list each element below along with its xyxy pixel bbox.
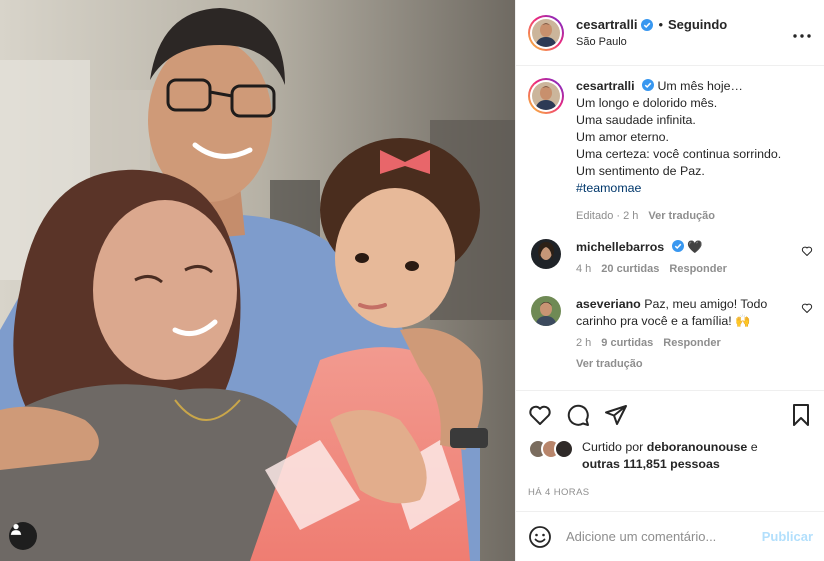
like-heart-icon[interactable]: [528, 403, 552, 427]
comment-time: 4 h: [576, 263, 592, 275]
comment: aseveriano Paz, meu amigo! Todo carinho …: [528, 296, 813, 373]
avatar-image: [532, 18, 560, 47]
add-comment-bar: Publicar: [516, 511, 824, 561]
hashtag-link[interactable]: #teamomae: [576, 180, 813, 197]
comment-reply-button[interactable]: Responder: [669, 261, 726, 278]
comments-list[interactable]: cesartralli Um mês hoje… Um longo e dolo…: [516, 66, 824, 390]
liker-avatars[interactable]: [528, 439, 578, 459]
instagram-post: cesartralli • Seguindo São Paulo cesartr…: [0, 0, 824, 561]
post-photo[interactable]: [0, 0, 515, 561]
publish-button[interactable]: Publicar: [762, 529, 813, 544]
commenter-avatar[interactable]: [531, 296, 561, 326]
header-text: cesartralli • Seguindo São Paulo: [576, 17, 792, 48]
caption-avatar[interactable]: [528, 78, 564, 114]
comment-username[interactable]: aseveriano: [576, 297, 641, 311]
profile-avatar[interactable]: [528, 14, 564, 51]
caption-body: cesartralli Um mês hoje… Um longo e dolo…: [576, 78, 813, 225]
caption-line: Uma certeza: você continua sorrindo.: [576, 147, 782, 161]
caption-line: Um amor eterno.: [576, 130, 669, 144]
commenter-avatar[interactable]: [531, 239, 561, 269]
caption-edited-time: Editado · 2 h: [576, 210, 639, 222]
caption-line: Um sentimento de Paz.: [576, 164, 705, 178]
caption-line: Uma saudade infinita.: [576, 113, 696, 127]
verified-badge-icon: [641, 18, 654, 31]
save-bookmark-icon[interactable]: [789, 403, 813, 427]
tagged-users-button[interactable]: [9, 522, 37, 550]
post-actions-area: Curtido por deboranounouse e outras 111,…: [516, 390, 824, 498]
caption-translate-link[interactable]: Ver tradução: [648, 208, 715, 225]
comment-bubble-icon[interactable]: [566, 403, 590, 427]
likes-connector: e: [747, 440, 758, 454]
comment: michellebarros 🖤 4 h 20 curtidas Respond…: [528, 239, 813, 278]
comment-likes-count[interactable]: 20 curtidas: [601, 261, 659, 278]
family-photo-illustration: [0, 0, 515, 561]
header-username[interactable]: cesartralli: [576, 17, 637, 32]
comment-username[interactable]: michellebarros: [576, 240, 664, 254]
more-options-button[interactable]: [792, 27, 812, 38]
comment-translate-link[interactable]: Ver tradução: [576, 356, 643, 373]
others-likes-link[interactable]: outras 111,851 pessoas: [582, 457, 720, 471]
post-side-panel: cesartralli • Seguindo São Paulo cesartr…: [515, 0, 824, 561]
comment-input[interactable]: [566, 529, 762, 544]
avatar-image: [532, 82, 560, 110]
comment-time: 2 h: [576, 337, 592, 349]
liker-username[interactable]: deboranounouse: [647, 440, 748, 454]
likes-text: Curtido por deboranounouse e outras 111,…: [582, 439, 758, 473]
liker-avatar: [554, 439, 574, 459]
post-location[interactable]: São Paulo: [576, 36, 792, 48]
post-header: cesartralli • Seguindo São Paulo: [516, 0, 824, 66]
caption-line: Um mês hoje…: [657, 79, 743, 93]
comment-text: 🖤: [687, 240, 703, 254]
verified-badge-icon: [671, 240, 684, 252]
action-bar: [528, 391, 813, 439]
follow-status-button[interactable]: Seguindo: [668, 17, 727, 32]
emoji-icon[interactable]: [528, 525, 552, 549]
comment-like-heart-icon[interactable]: [801, 245, 813, 257]
post-timestamp[interactable]: HÁ 4 HORAS: [528, 487, 813, 498]
share-direct-icon[interactable]: [604, 403, 628, 427]
caption: cesartralli Um mês hoje… Um longo e dolo…: [528, 78, 813, 225]
caption-username[interactable]: cesartralli: [576, 79, 635, 93]
likes-prefix: Curtido por: [582, 440, 647, 454]
more-horizontal-icon: [793, 34, 811, 38]
header-separator: •: [658, 17, 663, 32]
comment-likes-count[interactable]: 9 curtidas: [601, 335, 653, 352]
verified-badge-icon: [642, 79, 655, 91]
comment-like-heart-icon[interactable]: [801, 302, 813, 314]
likes-summary: Curtido por deboranounouse e outras 111,…: [528, 439, 813, 473]
caption-line: Um longo e dolorido mês.: [576, 96, 718, 110]
user-tag-icon: [10, 524, 22, 535]
comment-reply-button[interactable]: Responder: [663, 335, 720, 352]
